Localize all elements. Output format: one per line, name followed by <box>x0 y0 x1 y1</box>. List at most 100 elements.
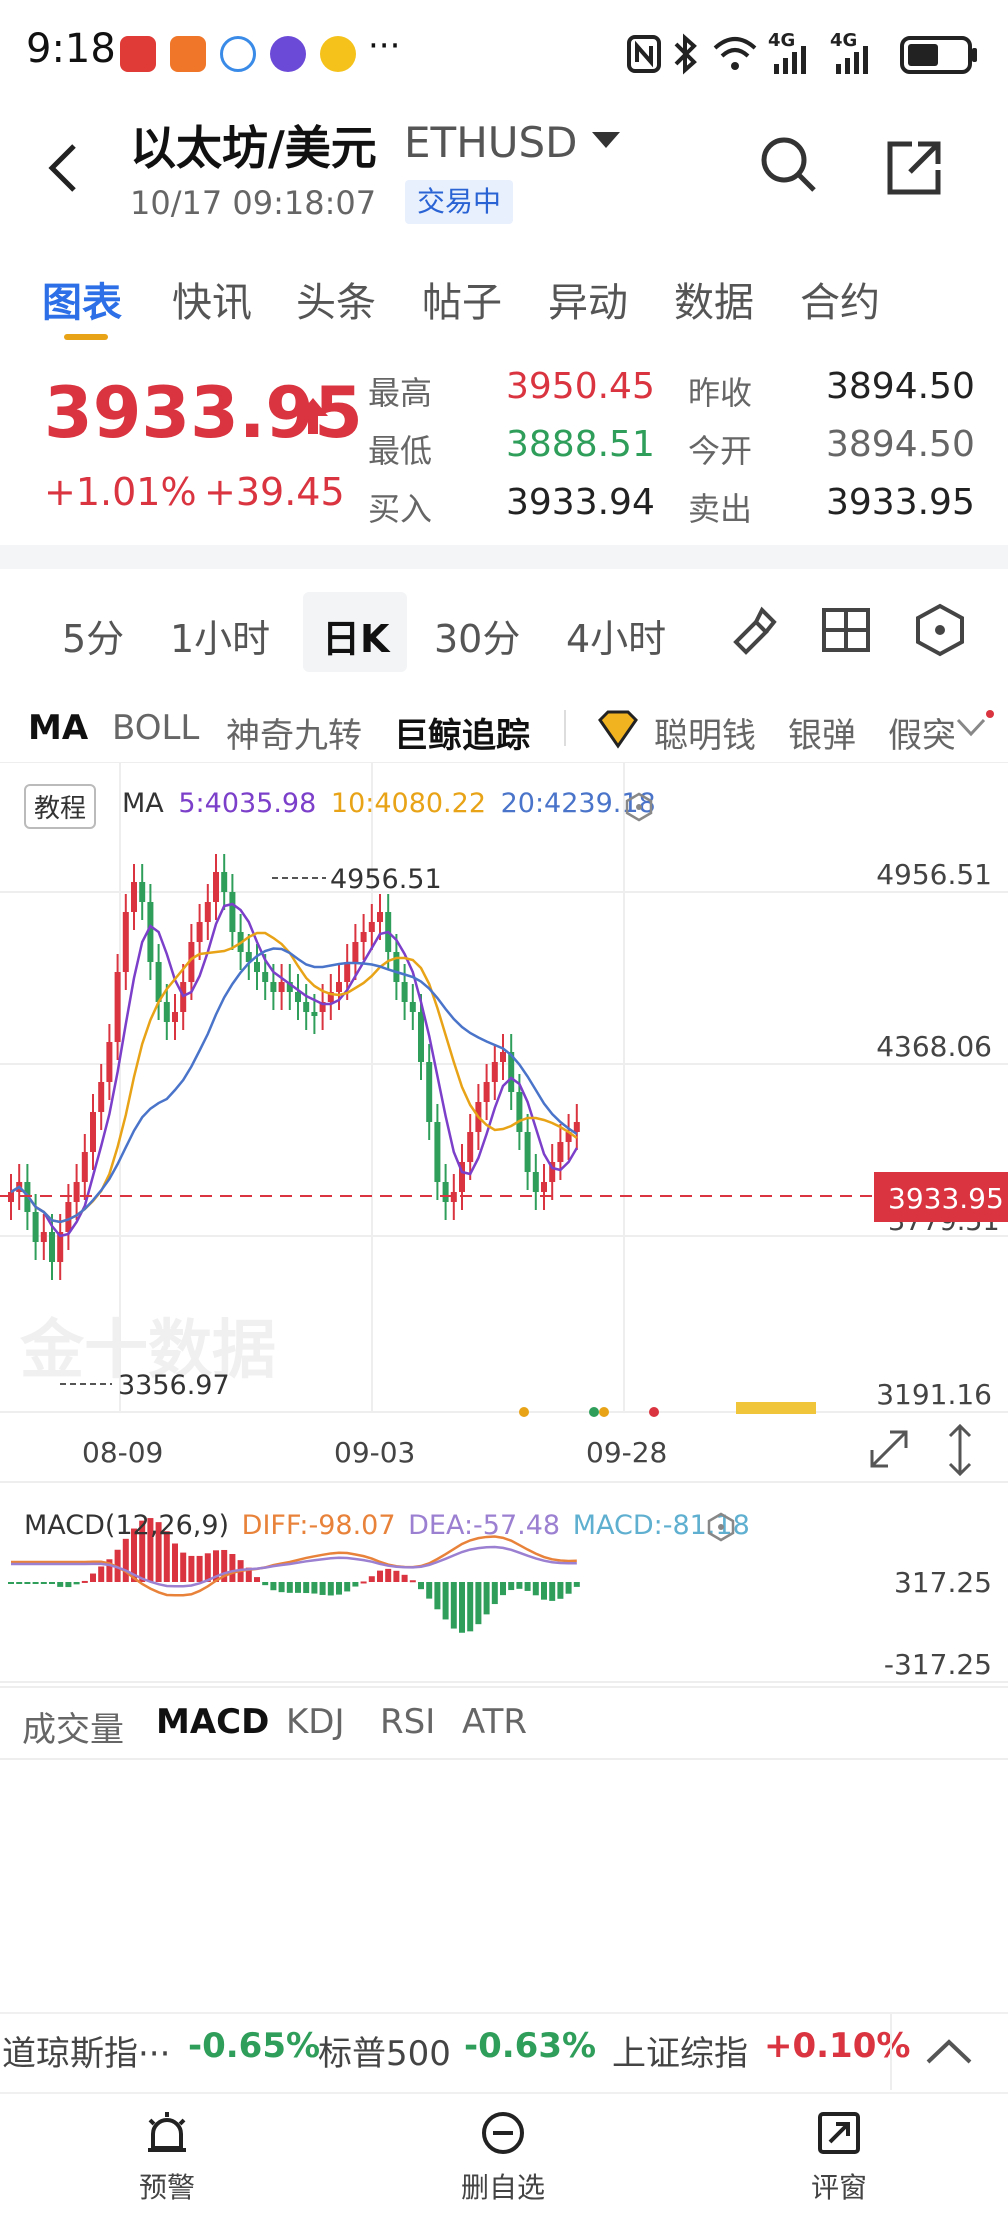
period-30min[interactable]: 30分 <box>434 608 520 663</box>
candle-body <box>352 942 359 962</box>
ma-legend: MA 5:4035.98 10:4080.22 20:4239.18 <box>122 788 656 819</box>
tab-divider <box>564 710 566 746</box>
wifi-icon <box>713 37 757 70</box>
tab-indicator <box>64 334 108 340</box>
candle-body <box>40 1232 47 1242</box>
period-daily[interactable]: 日K <box>322 608 389 663</box>
period-5min[interactable]: 5分 <box>62 608 124 663</box>
macd-bar <box>254 1577 260 1582</box>
macd-bar <box>24 1582 31 1584</box>
draw-tool-icon[interactable] <box>726 602 782 658</box>
nav-remove-watchlist[interactable]: 删自选 <box>428 2110 578 2206</box>
nav-alert[interactable]: 预警 <box>92 2110 242 2206</box>
share-icon[interactable] <box>884 138 944 198</box>
macd-bar <box>557 1582 564 1599</box>
tab-posts[interactable]: 帖子 <box>422 270 502 328</box>
huawei-app-icon <box>120 36 156 72</box>
ticker-dow-value: -0.65% <box>188 2026 321 2066</box>
candle-body <box>418 1012 424 1062</box>
ticker-shanghai-name[interactable]: 上证综指 <box>612 2026 748 2075</box>
indicator-td9[interactable]: 神奇九转 <box>226 708 362 757</box>
back-icon[interactable] <box>44 140 84 196</box>
share-icon <box>818 2112 860 2154</box>
candle-body <box>196 922 203 942</box>
macd-bar <box>180 1552 187 1582</box>
candle-body <box>270 982 277 992</box>
expand-icon[interactable] <box>870 1430 908 1468</box>
ticker-dow-name[interactable]: 道琼斯指··· <box>2 2026 170 2075</box>
chevron-down-icon[interactable] <box>590 130 622 150</box>
macd-bar <box>40 1582 47 1584</box>
macd-bar <box>344 1582 351 1592</box>
sub-tab-macd[interactable]: MACD <box>156 1702 269 1742</box>
weibo-app-icon <box>320 36 356 72</box>
x-label-1: 08-09 <box>82 1436 164 1469</box>
symbol-code[interactable]: ETHUSD <box>404 118 578 167</box>
macd-bar <box>368 1576 375 1582</box>
candle-body <box>262 972 269 982</box>
indicator-whale[interactable]: 巨鲸追踪 <box>394 708 530 757</box>
macd-bar <box>90 1573 96 1582</box>
tab-flash[interactable]: 快讯 <box>172 270 252 328</box>
candle-body <box>336 982 342 992</box>
ticker-shanghai-value: +0.10% <box>764 2026 911 2066</box>
macd-bar <box>459 1582 465 1633</box>
tab-data[interactable]: 数据 <box>674 270 754 328</box>
sub-tab-kdj[interactable]: KDJ <box>286 1702 345 1742</box>
tutorial-button[interactable]: 教程 <box>24 784 97 829</box>
indicator-false-breakout[interactable]: 假突 <box>888 708 954 757</box>
macd-bar <box>8 1582 14 1584</box>
signal-dot <box>589 1407 599 1417</box>
ma10-value: 10:4080.22 <box>330 788 486 819</box>
chevron-up-icon[interactable] <box>924 2036 974 2066</box>
candle-body <box>163 1002 170 1022</box>
ticker-divider <box>890 2014 892 2090</box>
nav-share[interactable]: 评窗 <box>764 2110 914 2206</box>
period-1hour[interactable]: 1小时 <box>170 608 270 663</box>
indicator-ma[interactable]: MA <box>28 708 88 748</box>
sub-tab-atr[interactable]: ATR <box>462 1702 527 1742</box>
macd-bar <box>541 1582 547 1600</box>
macd-bar <box>16 1582 23 1584</box>
sub-tab-volume[interactable]: 成交量 <box>22 1702 124 1751</box>
candle-body <box>131 882 137 912</box>
sub-tab-rsi[interactable]: RSI <box>380 1702 435 1742</box>
chevron-down-icon[interactable] <box>956 716 986 740</box>
quote-time: 10/17 09:18:07 <box>130 184 377 222</box>
settings-hex-icon[interactable] <box>912 602 968 658</box>
signal-dot <box>519 1407 529 1417</box>
macd-bar <box>352 1582 359 1587</box>
signal-dot <box>649 1407 659 1417</box>
layout-grid-icon[interactable] <box>818 602 874 658</box>
indicator-silver-bullet[interactable]: 银弹 <box>788 708 856 757</box>
tab-chart[interactable]: 图表 <box>42 270 122 328</box>
macd-bar <box>409 1580 416 1583</box>
tab-headlines[interactable]: 头条 <box>296 270 376 328</box>
candle-body <box>401 982 408 1002</box>
ma-settings-icon[interactable] <box>624 792 654 822</box>
tab-movers[interactable]: 异动 <box>548 270 628 328</box>
search-icon[interactable] <box>758 134 820 196</box>
kline-chart[interactable]: 金十数据 4956.51 3356.97 3779.51 3933.95 <box>0 762 1008 1762</box>
macd-bar <box>336 1582 342 1595</box>
macd-bar <box>204 1553 211 1582</box>
macd-bar <box>385 1568 392 1582</box>
bid-label: 买入 <box>368 490 433 528</box>
tab-contract[interactable]: 合约 <box>800 270 880 328</box>
macd-bar <box>549 1582 556 1601</box>
macd-bar <box>311 1582 318 1594</box>
ticker-sp500-name[interactable]: 标普500 <box>318 2026 451 2075</box>
candle-body <box>516 1092 523 1132</box>
macd-settings-icon[interactable] <box>706 1512 736 1542</box>
ask-value: 3933.95 <box>826 482 975 523</box>
macd-bar <box>57 1582 64 1587</box>
indicator-boll[interactable]: BOLL <box>112 708 199 748</box>
macd-bar <box>81 1580 88 1583</box>
macd-label: MACD(12,26,9) <box>24 1510 230 1541</box>
shop-app-icon <box>170 36 206 72</box>
candle-body <box>532 1172 539 1192</box>
indicator-smart-money[interactable]: 聪明钱 <box>654 708 756 757</box>
vertical-scale-icon[interactable] <box>948 1423 972 1477</box>
period-4hour[interactable]: 4小时 <box>566 608 666 663</box>
arrow-up-icon <box>298 398 328 434</box>
